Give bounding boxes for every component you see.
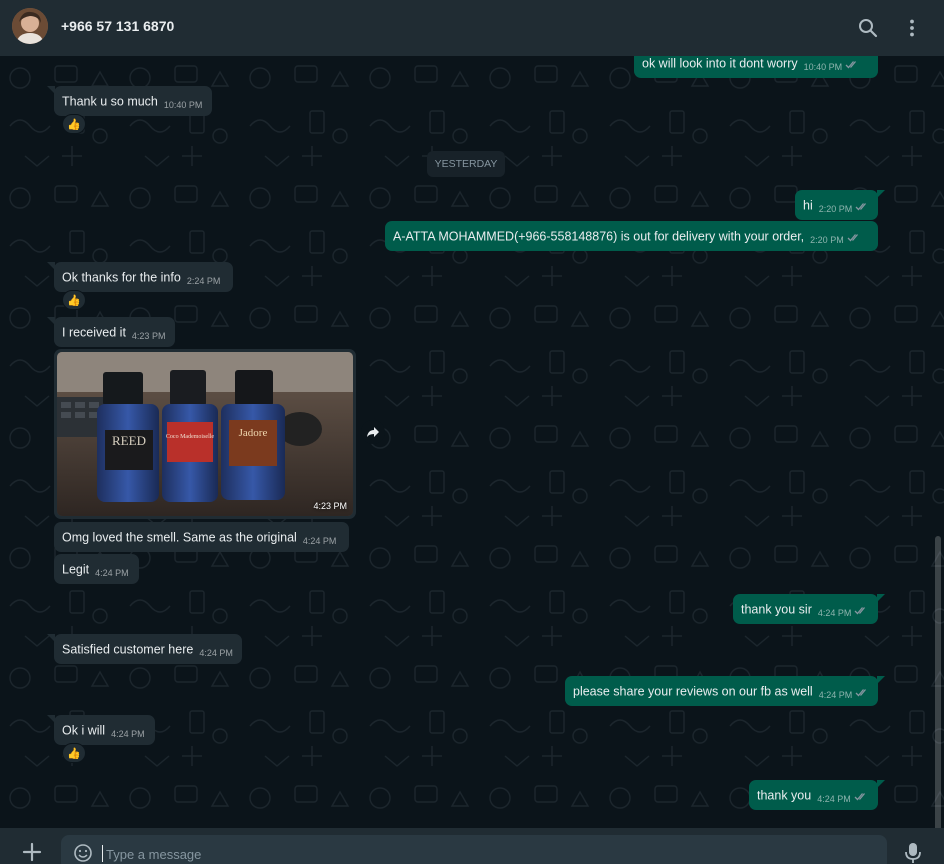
avatar[interactable] — [12, 8, 48, 44]
message-bubble-incoming[interactable]: I received it 4:23 PM — [47, 317, 175, 347]
message-text: Thank u so much — [62, 94, 158, 109]
message-text: Ok i will — [62, 723, 106, 738]
message-bubble-outgoing[interactable]: please share your reviews on our fb as w… — [565, 676, 885, 708]
bottle-label: Coco Mademoiselle — [166, 434, 214, 440]
attach-plus-icon[interactable] — [20, 840, 44, 864]
message-time: 10:40 PM — [803, 62, 843, 72]
message-time: 4:24 PM — [111, 729, 145, 739]
thumbs-up-icon: 👍 — [67, 294, 81, 307]
chat-panel[interactable]: ok will look into it dont worry 10:40 PM … — [0, 56, 944, 828]
message-text: thank you — [757, 788, 812, 803]
text-caret — [102, 845, 103, 862]
avatar-image — [12, 8, 48, 44]
chat-scrollbar[interactable] — [935, 536, 941, 828]
message-bubble-outgoing[interactable]: thank you 4:24 PM — [749, 780, 885, 812]
message-time: 4:24 PM — [817, 794, 851, 804]
message-text: ok will look into it dont worry — [642, 56, 798, 71]
message-text: please share your reviews on our fb as w… — [573, 684, 813, 699]
forward-icon[interactable] — [361, 420, 385, 444]
message-time: 4:23 PM — [131, 331, 166, 341]
date-separator: YESTERDAY — [427, 151, 505, 177]
reaction-badge[interactable]: 👍 — [62, 743, 86, 763]
message-bubble-outgoing[interactable]: hi 2:20 PM — [795, 190, 885, 222]
message-time: 2:20 PM — [818, 204, 853, 214]
message-text: I received it — [62, 325, 126, 340]
message-time: 4:24 PM — [199, 648, 233, 658]
message-bubble-incoming[interactable]: Thank u so much 10:40 PM — [47, 86, 212, 116]
search-icon[interactable] — [854, 14, 882, 42]
microphone-icon[interactable] — [904, 842, 922, 864]
reaction-badge[interactable]: 👍 — [62, 290, 86, 310]
whatsapp-app: +966 57 131 6870 ok will look into it do… — [0, 0, 944, 864]
more-vertical-icon[interactable] — [898, 14, 926, 42]
emoji-icon[interactable] — [73, 843, 93, 863]
message-text: Satisfied customer here — [62, 642, 194, 657]
message-bubble-incoming[interactable]: Satisfied customer here 4:24 PM — [47, 634, 242, 664]
read-receipt-icon — [845, 56, 859, 80]
message-image[interactable]: REED Coco Mademoiselle Jadore 4:23 PM — [57, 352, 353, 516]
image-message[interactable]: REED Coco Mademoiselle Jadore 4:23 PM — [54, 349, 356, 519]
message-bubble-outgoing[interactable]: thank you sir 4:24 PM — [733, 594, 885, 626]
message-input[interactable] — [106, 844, 806, 864]
message-time: 4:24 PM — [817, 608, 852, 618]
message-time: 4:24 PM — [818, 690, 853, 700]
read-receipt-icon — [854, 596, 868, 626]
message-bubble-incoming[interactable]: Legit 4:24 PM — [54, 554, 139, 584]
thumbs-up-icon: 👍 — [67, 118, 81, 131]
reaction-badge[interactable]: 👍 — [62, 114, 86, 134]
message-time: 4:24 PM — [95, 568, 129, 578]
chat-header: +966 57 131 6870 — [0, 0, 944, 56]
bottle-label: REED — [112, 433, 146, 448]
bottle-label: Jadore — [239, 427, 268, 439]
read-receipt-icon — [855, 678, 869, 708]
message-text: Omg loved the smell. Same as the origina… — [62, 530, 297, 545]
message-text: A-ATTA MOHAMMED(+966-558148876) is out f… — [393, 229, 805, 244]
contact-name[interactable]: +966 57 131 6870 — [61, 18, 174, 34]
message-time: 4:23 PM — [313, 501, 347, 511]
message-bubble-outgoing[interactable]: ok will look into it dont worry 10:40 PM — [634, 56, 878, 78]
message-input-box[interactable] — [61, 835, 887, 864]
composer-bar — [0, 828, 944, 864]
message-time: 10:40 PM — [163, 100, 203, 110]
message-time: 2:20 PM — [810, 235, 844, 245]
message-time: 4:24 PM — [302, 536, 337, 546]
message-time: 2:24 PM — [186, 276, 221, 286]
perfume-photo: REED Coco Mademoiselle Jadore — [57, 352, 353, 516]
read-receipt-icon — [855, 192, 869, 222]
message-bubble-incoming[interactable]: Omg loved the smell. Same as the origina… — [54, 522, 349, 552]
read-receipt-icon — [847, 223, 861, 253]
message-text: thank you sir — [741, 602, 812, 617]
message-text: Legit — [62, 562, 90, 577]
message-text: Ok thanks for the info — [62, 270, 181, 285]
message-bubble-incoming[interactable]: Ok i will 4:24 PM — [47, 715, 155, 745]
message-text: hi — [803, 198, 813, 213]
thumbs-up-icon: 👍 — [67, 747, 81, 760]
read-receipt-icon — [854, 782, 868, 812]
message-bubble-outgoing[interactable]: A-ATTA MOHAMMED(+966-558148876) is out f… — [385, 221, 878, 251]
message-bubble-incoming[interactable]: Ok thanks for the info 2:24 PM — [47, 262, 233, 292]
